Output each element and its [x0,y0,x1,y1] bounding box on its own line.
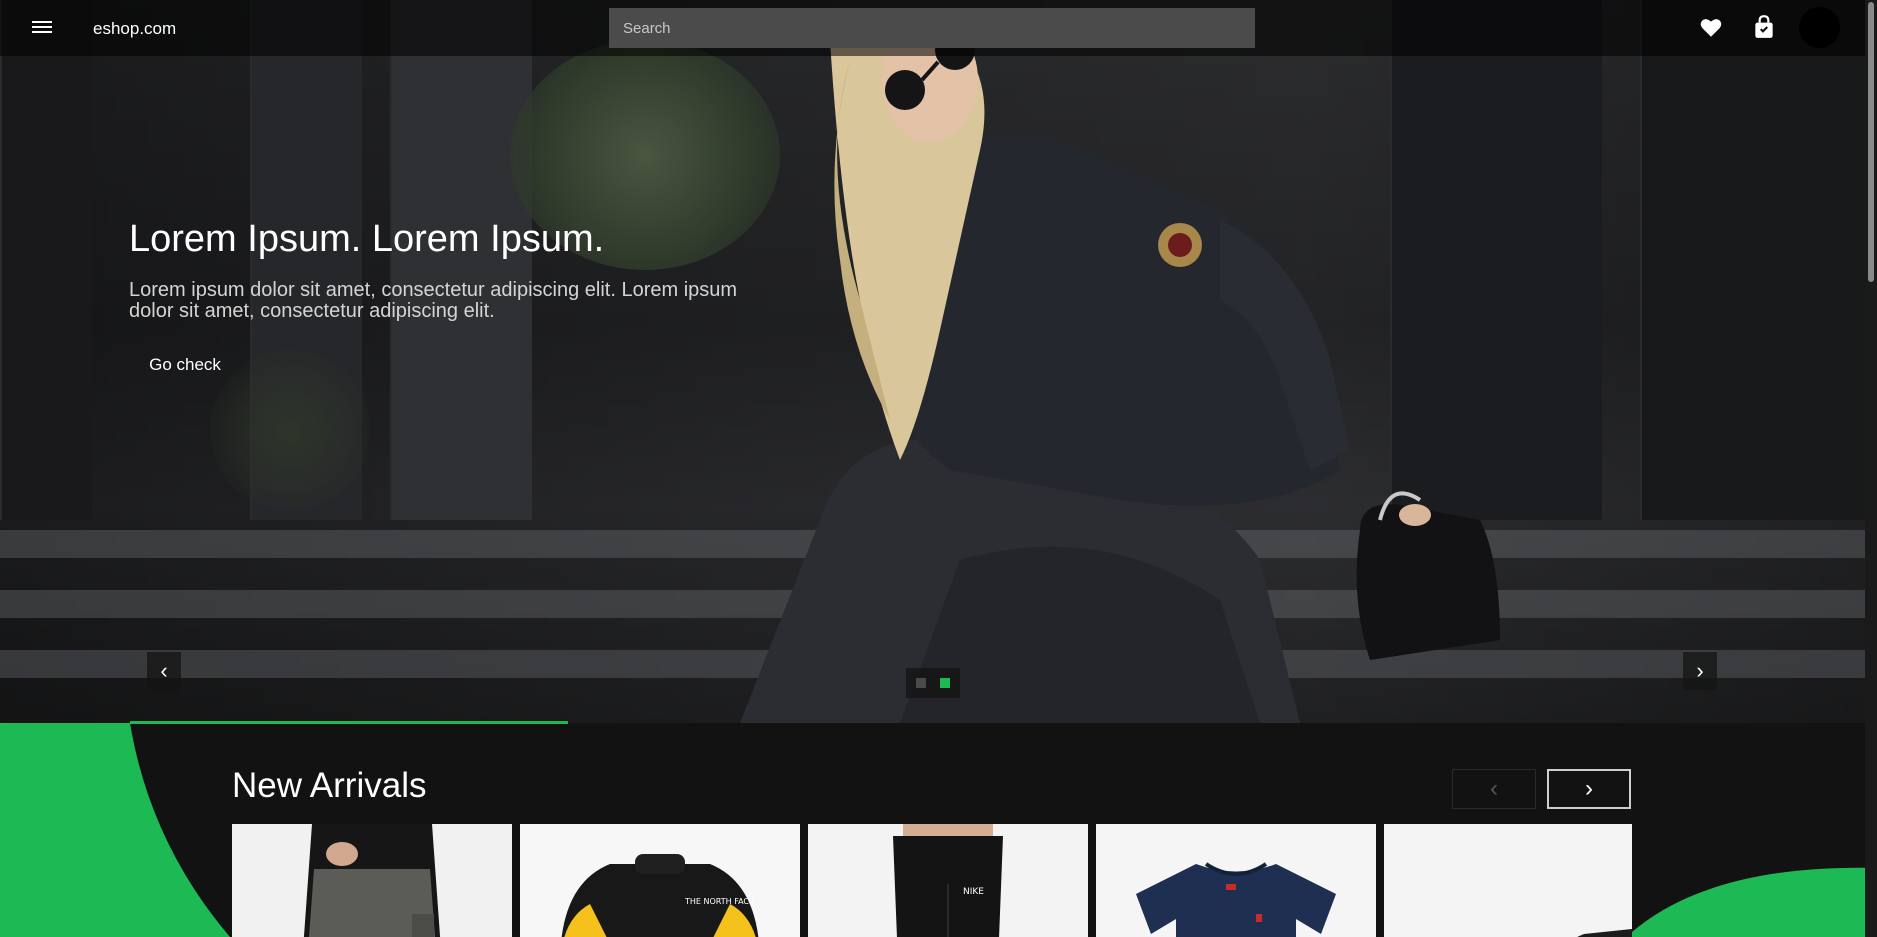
brand-logo[interactable]: eshop.com [93,19,176,39]
slide-progress-bar [130,721,568,724]
hero-description: Lorem ipsum dolor sit amet, consectetur … [129,279,738,322]
background-wall [0,0,92,520]
product-card-leggings[interactable]: NIKE [808,824,1088,937]
svg-text:NIKE: NIKE [963,887,984,897]
arrivals-next-button[interactable]: › [1547,769,1631,809]
avatar[interactable] [1799,7,1840,48]
search-input[interactable] [609,8,1255,48]
heart-icon-glyph [1700,19,1722,37]
product-card-sneaker[interactable] [1384,824,1632,937]
hero-prev-button[interactable]: ‹ [147,652,181,690]
menu-icon-line [32,21,52,23]
slide-dot-active[interactable] [940,678,950,688]
arrivals-prev-button[interactable]: ‹ [1452,769,1536,809]
chevron-left-icon: ‹ [1490,775,1498,802]
new-arrivals-section: New Arrivals ‹ › THE NORTH FACE NIKE [0,723,1865,937]
heart-icon[interactable] [1698,14,1724,40]
menu-icon-line [32,31,52,33]
hero-banner [0,0,1865,723]
slide-indicator [906,668,960,698]
hero-title: Lorem Ipsum. Lorem Ipsum. [129,218,605,260]
product-image [1096,824,1376,937]
menu-icon[interactable] [32,18,52,38]
shopping-bag-icon[interactable] [1751,14,1777,40]
chevron-right-icon: › [1585,775,1593,802]
product-card-t-shirt[interactable] [1096,824,1376,937]
product-image [1384,824,1632,937]
scrollbar-thumb[interactable] [1868,2,1874,282]
section-title: New Arrivals [232,766,427,805]
hero-next-button[interactable]: › [1683,652,1717,690]
go-check-button[interactable]: Go check [129,345,241,385]
product-image [232,824,512,937]
product-card-puffer-jacket[interactable]: THE NORTH FACE [520,824,800,937]
hero-model-image [700,0,1520,723]
background-door [1640,0,1865,520]
decorative-green-shape [1626,867,1865,937]
svg-text:THE NORTH FACE: THE NORTH FACE [684,897,754,906]
chevron-left-icon: ‹ [160,658,168,683]
menu-icon-line [32,26,52,28]
shopping-bag-icon-glyph [1755,15,1773,38]
chevron-right-icon: › [1696,658,1704,683]
model-illustration [740,13,1500,723]
slide-dot[interactable] [916,678,926,688]
product-image: THE NORTH FACE [520,824,800,937]
product-image: NIKE [808,824,1088,937]
product-card-cargo-pants[interactable] [232,824,512,937]
page-scrollbar[interactable] [1865,0,1877,937]
top-navigation-bar: eshop.com [0,0,1865,56]
